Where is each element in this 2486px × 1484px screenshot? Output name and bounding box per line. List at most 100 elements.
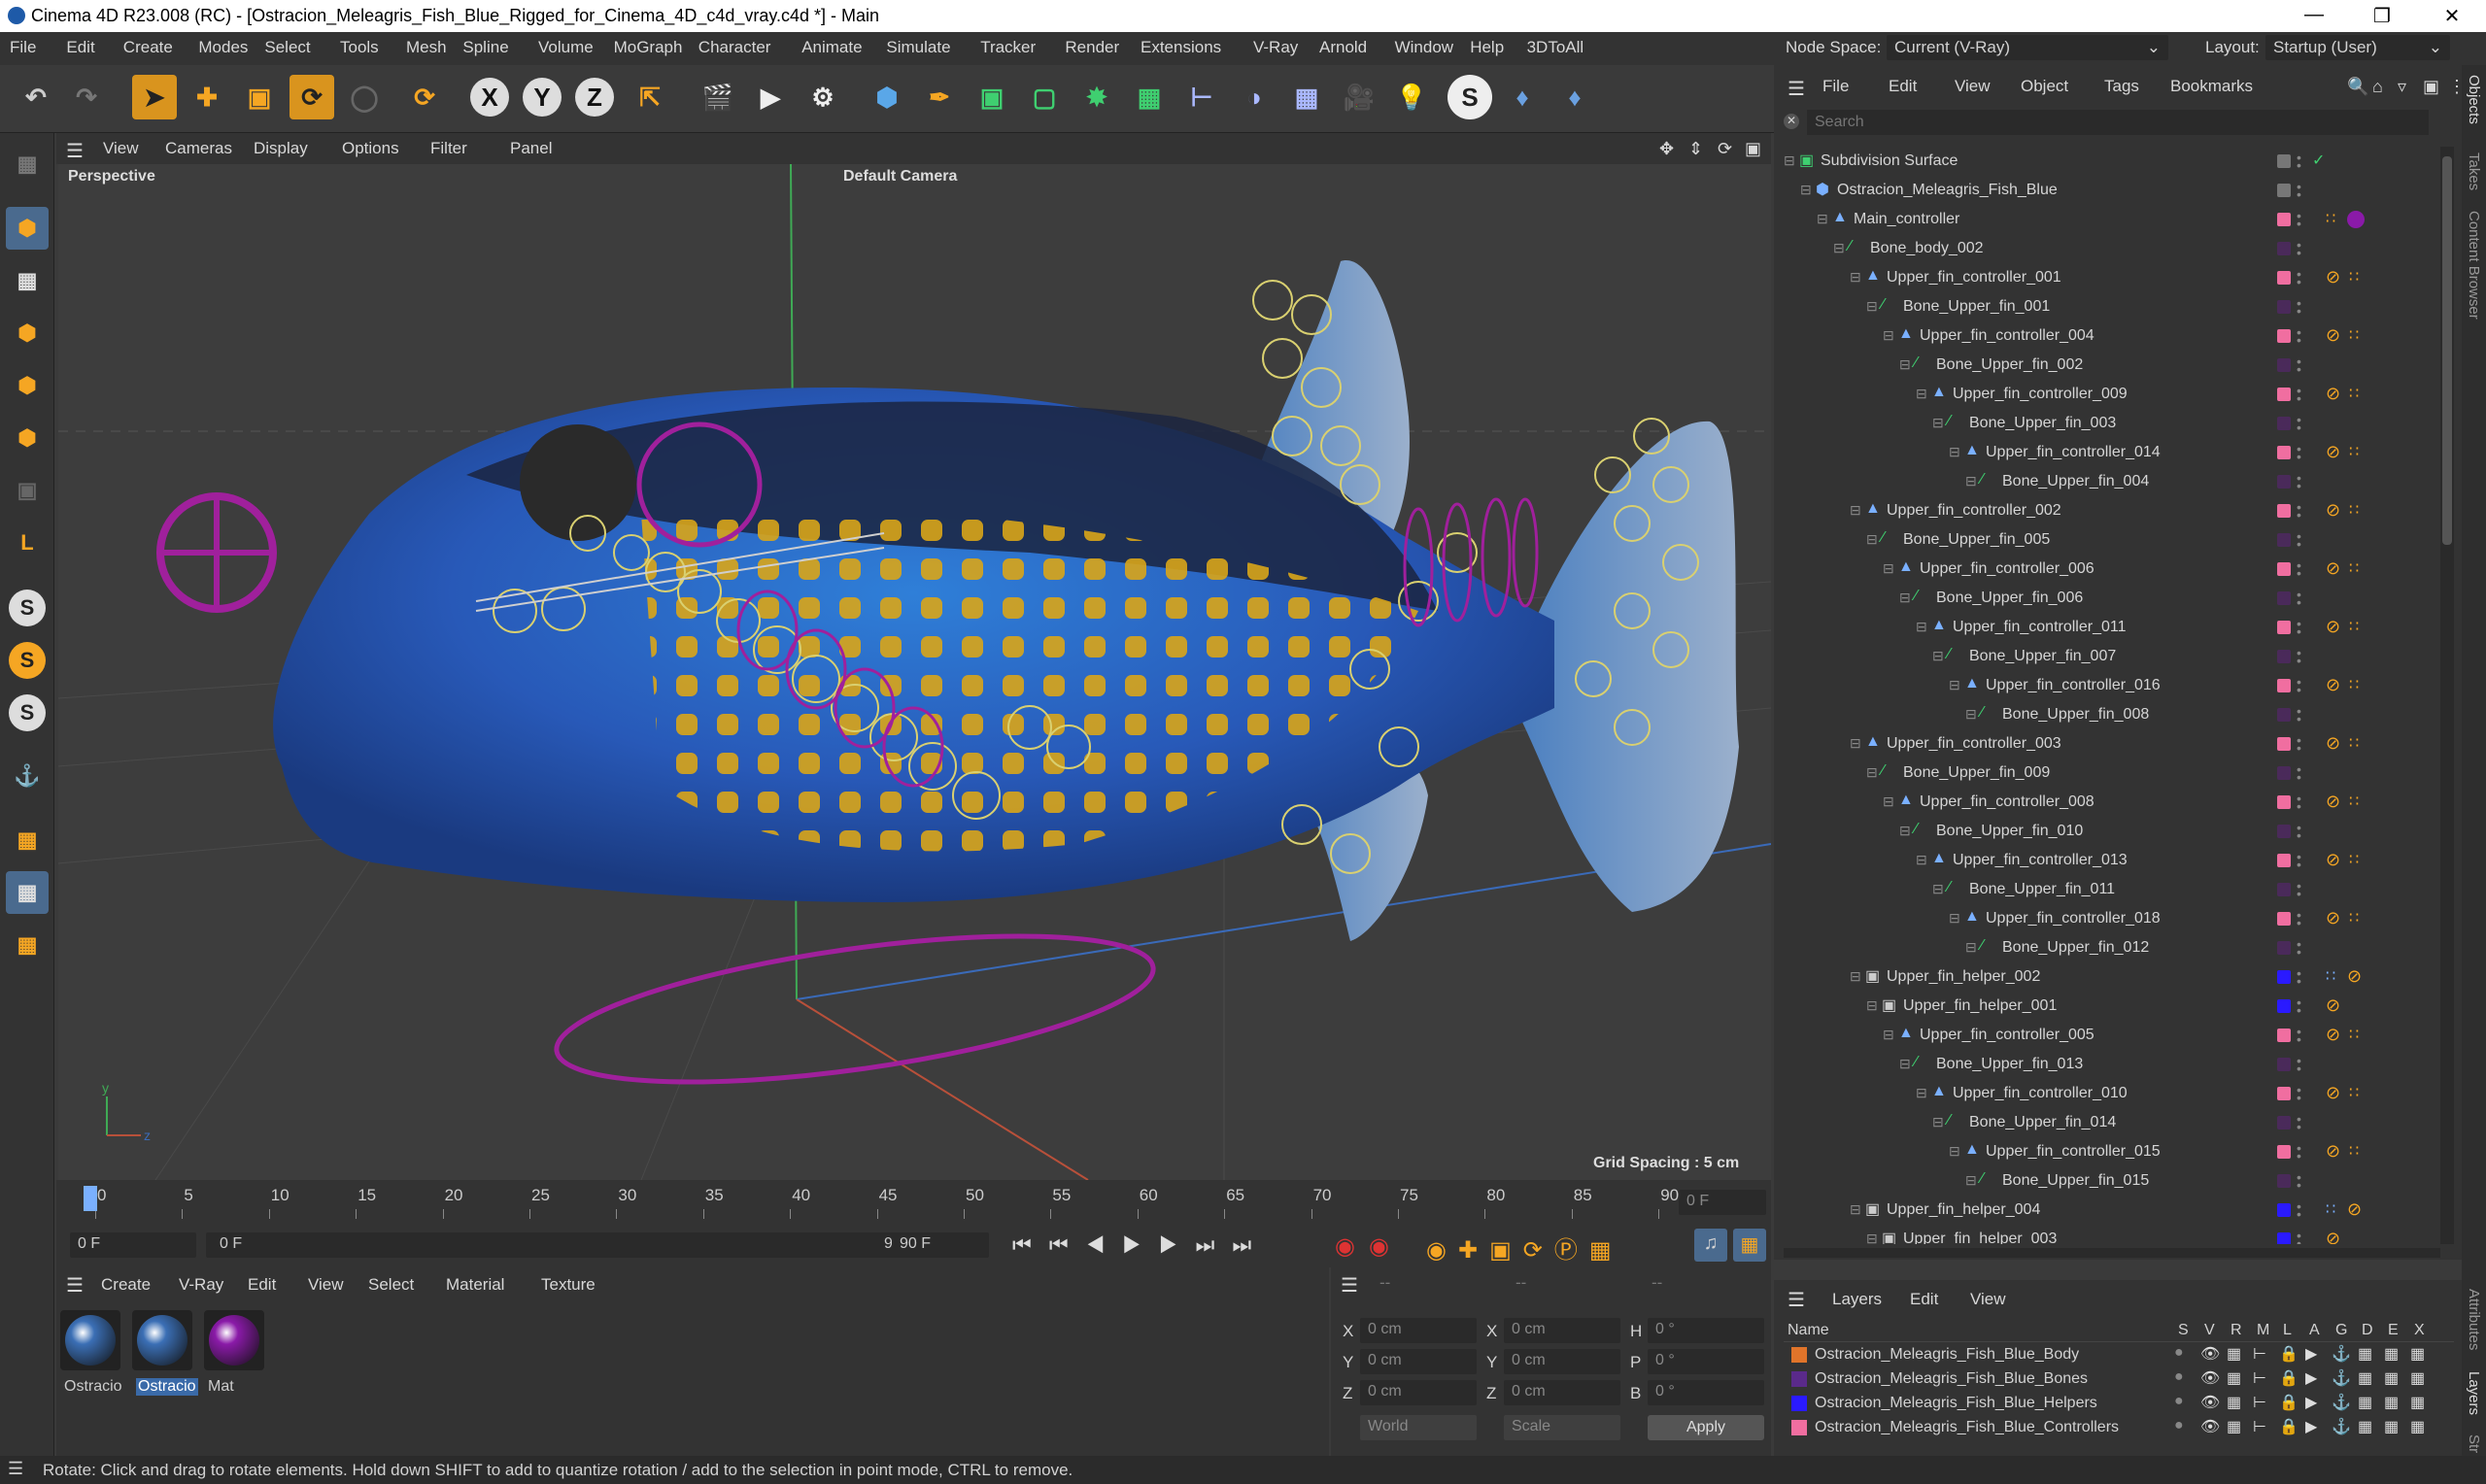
layer-color-swatch[interactable]: [2277, 242, 2291, 255]
layer-color-swatch[interactable]: [2277, 271, 2291, 285]
object-menu-edit[interactable]: Edit: [1889, 77, 1917, 96]
edit-checkbox-icon[interactable]: [2277, 184, 2291, 197]
object-row[interactable]: ⊟ ∕ Bone_Upper_fin_004 • •: [1774, 467, 2435, 496]
xpresso-tag-icon[interactable]: ∷: [2349, 325, 2359, 345]
object-row[interactable]: ⊟ ▲ Upper_fin_controller_014 • • ⊘ ∷: [1774, 438, 2435, 467]
layer-xref-icon[interactable]: ▦: [2410, 1368, 2425, 1388]
visibility-dots-icon[interactable]: • •: [2297, 209, 2301, 230]
layer-color-swatch[interactable]: [2277, 1116, 2291, 1130]
visibility-dots-icon[interactable]: • •: [2297, 325, 2301, 347]
visibility-dots-icon[interactable]: • •: [2297, 1170, 2301, 1192]
layer-generators-icon[interactable]: ⚓: [2332, 1344, 2351, 1364]
menu-mograph[interactable]: MoGraph: [614, 38, 683, 57]
visibility-dots-icon[interactable]: • •: [2297, 733, 2301, 755]
layer-locked-icon[interactable]: 🔒: [2279, 1393, 2299, 1412]
layer-locked-icon[interactable]: 🔒: [2279, 1417, 2299, 1436]
visibility-dots-icon[interactable]: • •: [2297, 792, 2301, 813]
object-name[interactable]: Bone_Upper_fin_014: [1969, 1114, 2116, 1131]
constraint-tag-icon[interactable]: ⊘: [2326, 1025, 2340, 1045]
object-name[interactable]: Ostracion_Meleagris_Fish_Blue: [1837, 182, 2058, 199]
tree-expander-icon[interactable]: ⊟: [1916, 1085, 1927, 1101]
layer-visible-icon[interactable]: 👁: [2200, 1417, 2220, 1436]
object-row[interactable]: ⊟ ▲ Upper_fin_controller_001 • • ⊘ ∷: [1774, 263, 2435, 292]
layer-animation-icon[interactable]: ▶: [2305, 1368, 2317, 1388]
object-row[interactable]: ⊟ ▣ Upper_fin_helper_003 • • ⊘: [1774, 1225, 2435, 1244]
menu-simulate[interactable]: Simulate: [886, 38, 950, 57]
render-view-icon[interactable]: 🎬: [696, 75, 740, 119]
minimize-icon[interactable]: —: [2285, 4, 2343, 26]
menu-volume[interactable]: Volume: [538, 38, 594, 57]
python-script-icon[interactable]: ♦: [1552, 75, 1597, 119]
key-scale-icon[interactable]: ▣: [1489, 1237, 1523, 1264]
render-picture-viewer-icon[interactable]: ▶: [748, 75, 793, 119]
layer-menu-view[interactable]: View: [1970, 1290, 2006, 1309]
timeline-ruler[interactable]: 0 5 10 15 20 25 30 35 40 45 50 55 60 65 70 75 80 85 90: [62, 1184, 1679, 1219]
menu-render[interactable]: Render: [1065, 38, 1119, 57]
layer-color-swatch[interactable]: [1791, 1420, 1807, 1435]
snap-icon[interactable]: S: [9, 590, 46, 626]
layer-name[interactable]: Ostracion_Meleagris_Fish_Blue_Bones: [1815, 1370, 2088, 1388]
visibility-dots-icon[interactable]: • •: [2297, 384, 2301, 405]
side-tab-content-browser[interactable]: Content Browser: [2466, 211, 2482, 320]
layer-color-swatch[interactable]: [2277, 999, 2291, 1013]
material-menu-view[interactable]: View: [308, 1275, 344, 1295]
playhead[interactable]: [84, 1186, 97, 1211]
auto-key-icon[interactable]: ◉: [1369, 1233, 1403, 1260]
object-row[interactable]: ⊟ ▲ Upper_fin_controller_016 • • ⊘ ∷: [1774, 671, 2435, 700]
object-row[interactable]: ⊟ ∕ Bone_Upper_fin_002 • •: [1774, 351, 2435, 380]
object-name[interactable]: Upper_fin_controller_008: [1920, 793, 2094, 811]
side-tab-objects[interactable]: Objects: [2466, 75, 2482, 124]
visibility-dots-icon[interactable]: • •: [2297, 588, 2301, 609]
object-name[interactable]: Upper_fin_helper_001: [1903, 997, 2057, 1015]
layer-color-swatch[interactable]: [2277, 621, 2291, 634]
clear-search-icon[interactable]: ✕: [1784, 114, 1799, 129]
layer-color-swatch[interactable]: [2277, 533, 2291, 547]
make-editable-icon[interactable]: ▦: [6, 143, 49, 186]
object-name[interactable]: Bone_Upper_fin_003: [1969, 415, 2116, 432]
render-settings-icon[interactable]: ⚙: [800, 75, 845, 119]
menu-extensions[interactable]: Extensions: [1141, 38, 1221, 57]
hamburger-icon[interactable]: ☰: [1788, 1288, 1805, 1312]
menu-edit[interactable]: Edit: [66, 38, 94, 57]
layer-menu-edit[interactable]: Edit: [1910, 1290, 1938, 1309]
layout-dropdown[interactable]: Startup (User) ⌄: [2265, 35, 2450, 60]
material-thumbnail[interactable]: [132, 1310, 192, 1370]
layer-color-swatch[interactable]: [2277, 737, 2291, 751]
object-row[interactable]: ⊟ ∕ Bone_Upper_fin_014 • •: [1774, 1108, 2435, 1137]
object-name[interactable]: Bone_Upper_fin_005: [1903, 531, 2050, 549]
play-icon[interactable]: ▶: [1122, 1232, 1159, 1257]
visibility-dots-icon[interactable]: • •: [2297, 675, 2301, 696]
tree-expander-icon[interactable]: ⊟: [1850, 968, 1861, 985]
start-frame-field[interactable]: 0 F: [70, 1232, 196, 1258]
position-z-field[interactable]: 0 cm: [1360, 1380, 1477, 1405]
apply-button[interactable]: Apply: [1648, 1415, 1764, 1440]
visibility-dots-icon[interactable]: • •: [2297, 558, 2301, 580]
constraint-tag-icon[interactable]: ⊘: [2326, 850, 2340, 870]
prev-key-icon[interactable]: ⏮: [1049, 1232, 1086, 1257]
layer-color-swatch[interactable]: [2277, 766, 2291, 780]
goto-end-icon[interactable]: ⏭: [1232, 1232, 1269, 1257]
object-row[interactable]: ⊟ ▲ Upper_fin_controller_004 • • ⊘ ∷: [1774, 321, 2435, 351]
layer-generators-icon[interactable]: ⚓: [2332, 1393, 2351, 1412]
object-row[interactable]: ⊟ ▲ Upper_fin_controller_002 • • ⊘ ∷: [1774, 496, 2435, 525]
camera-icon[interactable]: 🎥: [1337, 75, 1381, 119]
visibility-dots-icon[interactable]: • •: [2297, 529, 2301, 551]
layer-color-swatch[interactable]: [2277, 446, 2291, 459]
material-menu-create[interactable]: Create: [101, 1275, 151, 1295]
visibility-dots-icon[interactable]: • •: [2297, 1141, 2301, 1163]
layer-deformers-icon[interactable]: ▦: [2358, 1417, 2372, 1436]
undo-icon[interactable]: ↶: [14, 75, 58, 119]
xpresso-tag-icon[interactable]: ∷: [2349, 792, 2359, 811]
menu-3dtoall[interactable]: 3DToAll: [1527, 38, 1584, 57]
uv-mode-icon[interactable]: ▣: [6, 469, 49, 512]
side-tab-str[interactable]: Str: [2466, 1434, 2482, 1453]
object-row[interactable]: ⊟ ▲ Upper_fin_controller_015 • • ⊘ ∷: [1774, 1137, 2435, 1166]
constraint-tag-icon[interactable]: ⊘: [2347, 966, 2362, 987]
object-row[interactable]: ⊟ ▣ Subdivision Surface • • ✓: [1774, 147, 2435, 176]
timeline-window-icon[interactable]: ▦: [1733, 1229, 1766, 1262]
python-icon[interactable]: ♦: [1500, 75, 1545, 119]
perspective-viewport[interactable]: y z Perspective Default Camera Grid Spac…: [58, 164, 1771, 1180]
menu-spline[interactable]: Spline: [462, 38, 508, 57]
layer-color-swatch[interactable]: [2277, 1232, 2291, 1244]
object-name[interactable]: Bone_Upper_fin_006: [1936, 590, 2083, 607]
